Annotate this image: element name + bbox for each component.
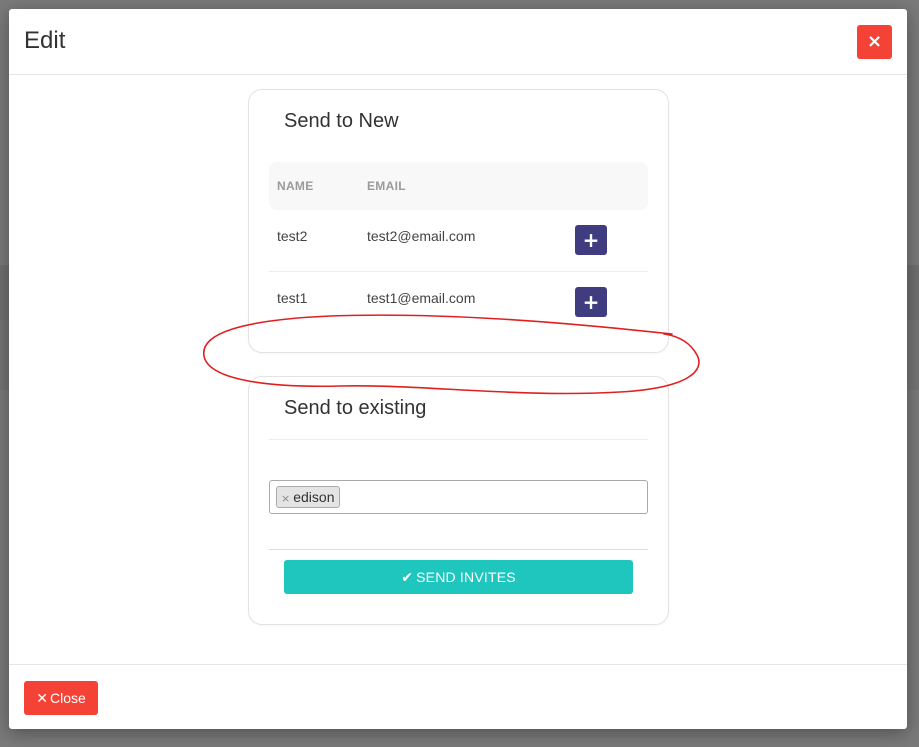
row-email: test1@email.com <box>367 290 476 306</box>
tag-label: edison <box>293 489 335 505</box>
send-to-existing-title: Send to existing <box>284 397 427 419</box>
close-button[interactable]: ✕ Close <box>24 681 98 715</box>
close-icon: × <box>866 31 883 52</box>
send-invites-label: SEND INVITES <box>416 568 516 585</box>
divider <box>269 549 648 550</box>
add-recipient-button[interactable]: + <box>575 287 607 317</box>
recipients-tag-input[interactable]: × edison <box>269 480 648 514</box>
table-header: NAME EMAIL <box>269 162 648 210</box>
send-invites-button[interactable]: ✔ SEND INVITES <box>284 560 633 594</box>
close-icon: ✕ <box>36 690 48 707</box>
send-to-new-card: Send to New NAME EMAIL test2 test2@email… <box>248 89 669 353</box>
recipient-tag: × edison <box>276 486 341 508</box>
table-row: test1 test1@email.com + <box>269 272 648 333</box>
table-row: test2 test2@email.com + <box>269 210 648 272</box>
send-to-new-title: Send to New <box>284 110 399 132</box>
column-header-name: NAME <box>277 179 314 193</box>
modal-header: Edit × <box>9 9 907 75</box>
plus-icon: + <box>582 228 600 252</box>
column-header-email: EMAIL <box>367 179 406 193</box>
modal-close-button[interactable]: × <box>857 25 892 59</box>
check-icon: ✔ <box>401 569 414 586</box>
row-name: test2 <box>277 228 308 244</box>
modal-title: Edit <box>24 27 66 54</box>
remove-tag-icon[interactable]: × <box>281 492 290 505</box>
modal-footer: ✕ Close <box>9 664 907 730</box>
plus-icon: + <box>582 290 600 314</box>
close-label: Close <box>49 689 86 706</box>
divider <box>269 439 648 440</box>
add-recipient-button[interactable]: + <box>575 225 607 255</box>
edit-modal: Edit × Send to New NAME EMAIL test2 test… <box>9 9 907 729</box>
row-name: test1 <box>277 290 308 306</box>
row-email: test2@email.com <box>367 228 476 244</box>
send-to-existing-card: Send to existing × edison ✔ SEND INVITES <box>248 376 669 625</box>
